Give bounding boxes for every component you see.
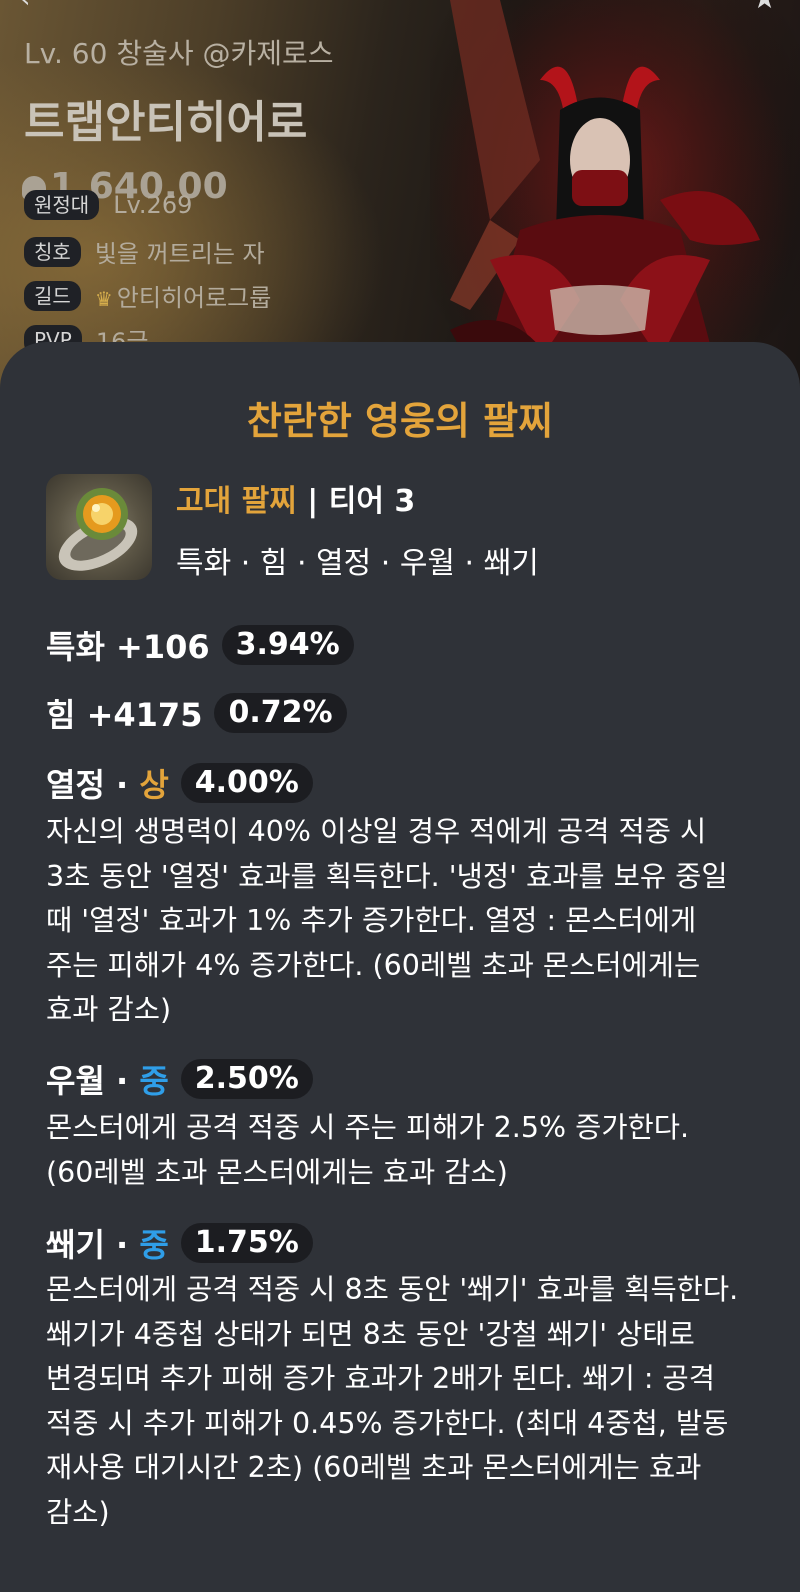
effect-description: 자신의 생명력이 40% 이상일 경우 적에게 공격 적중 시 3초 동안 '열… [46,815,728,1026]
stat-percent-badge: 0.72% [214,693,347,733]
info-label: 원정대 [24,190,100,220]
effect-tier: 중 [139,1226,169,1264]
effect-dot: · [104,1062,140,1100]
star-icon[interactable]: ★ [752,0,782,14]
character-subline: Lv. 60 창술사 @카제로스 [24,37,334,70]
info-value: Lv.269 [113,191,193,219]
effect-dot: · [104,1226,140,1264]
info-label: 칭호 [24,236,81,267]
item-grade: 고대 팔찌 [176,484,297,519]
stat-label: 힘 +4175 [46,696,203,734]
effect-percent-badge: 2.50% [180,1059,313,1099]
info-row-title: 칭호 빛을 꺼트리는 자 [24,234,265,268]
effect-tier: 중 [139,1062,169,1100]
info-label: 길드 [24,280,81,311]
item-meta: 고대 팔찌 | 티어 3 특화 · 힘 · 열정 · 우월 · 쐐기 [176,476,539,582]
effect-header-superiority: 우월 · 중 2.50% [46,1056,313,1100]
effect-header-passion: 열정 · 상 4.00% [46,760,313,804]
item-tier: 티어 3 [328,484,416,519]
grade-separator: | [296,484,329,519]
item-title: 찬란한 영웅의 팔찌 [246,399,554,443]
info-row-roster: 원정대 Lv.269 [24,190,192,224]
item-detail-sheet: 찬란한 영웅의 팔찌 고대 팔찌 | 티어 3 특화 · 힘 · 열정 · 우월… [0,342,800,1592]
effect-description: 몬스터에게 공격 적중 시 주는 피해가 2.5% 증가한다. (60레벨 초과… [46,1111,690,1189]
bracelet-icon [46,474,152,580]
effect-percent-badge: 4.00% [180,763,313,803]
back-icon[interactable]: ‹ [20,0,46,12]
stat-percent-badge: 3.94% [221,625,354,665]
item-stats-summary: 특화 · 힘 · 열정 · 우월 · 쐐기 [176,546,539,581]
effect-percent-badge: 1.75% [180,1223,313,1263]
effect-name: 열정 [46,766,105,804]
effect-dot: · [104,766,140,804]
stat-row-specialization: 특화 +106 3.94% [46,622,354,666]
effect-header-wedge: 쐐기 · 중 1.75% [46,1220,313,1264]
stat-row-strength: 힘 +4175 0.72% [46,690,347,734]
effect-description: 몬스터에게 공격 적중 시 8초 동안 '쐐기' 효과를 획득한다. 쐐기가 4… [46,1273,739,1529]
stat-label: 특화 +106 [46,628,210,666]
info-value: 안티히어로그룹 [116,284,272,312]
item-grade-line: 고대 팔찌 | 티어 3 [176,476,539,520]
info-row-guild[interactable]: 길드 ♛ 안티히어로그룹 [24,278,271,312]
effect-name: 우월 [46,1062,105,1100]
effect-name: 쐐기 [46,1226,105,1264]
effect-tier: 상 [139,766,169,804]
info-value: 빛을 꺼트리는 자 [94,240,265,268]
crown-icon: ♛ [94,287,113,311]
character-name: 트랩안티히어로 [24,97,308,148]
